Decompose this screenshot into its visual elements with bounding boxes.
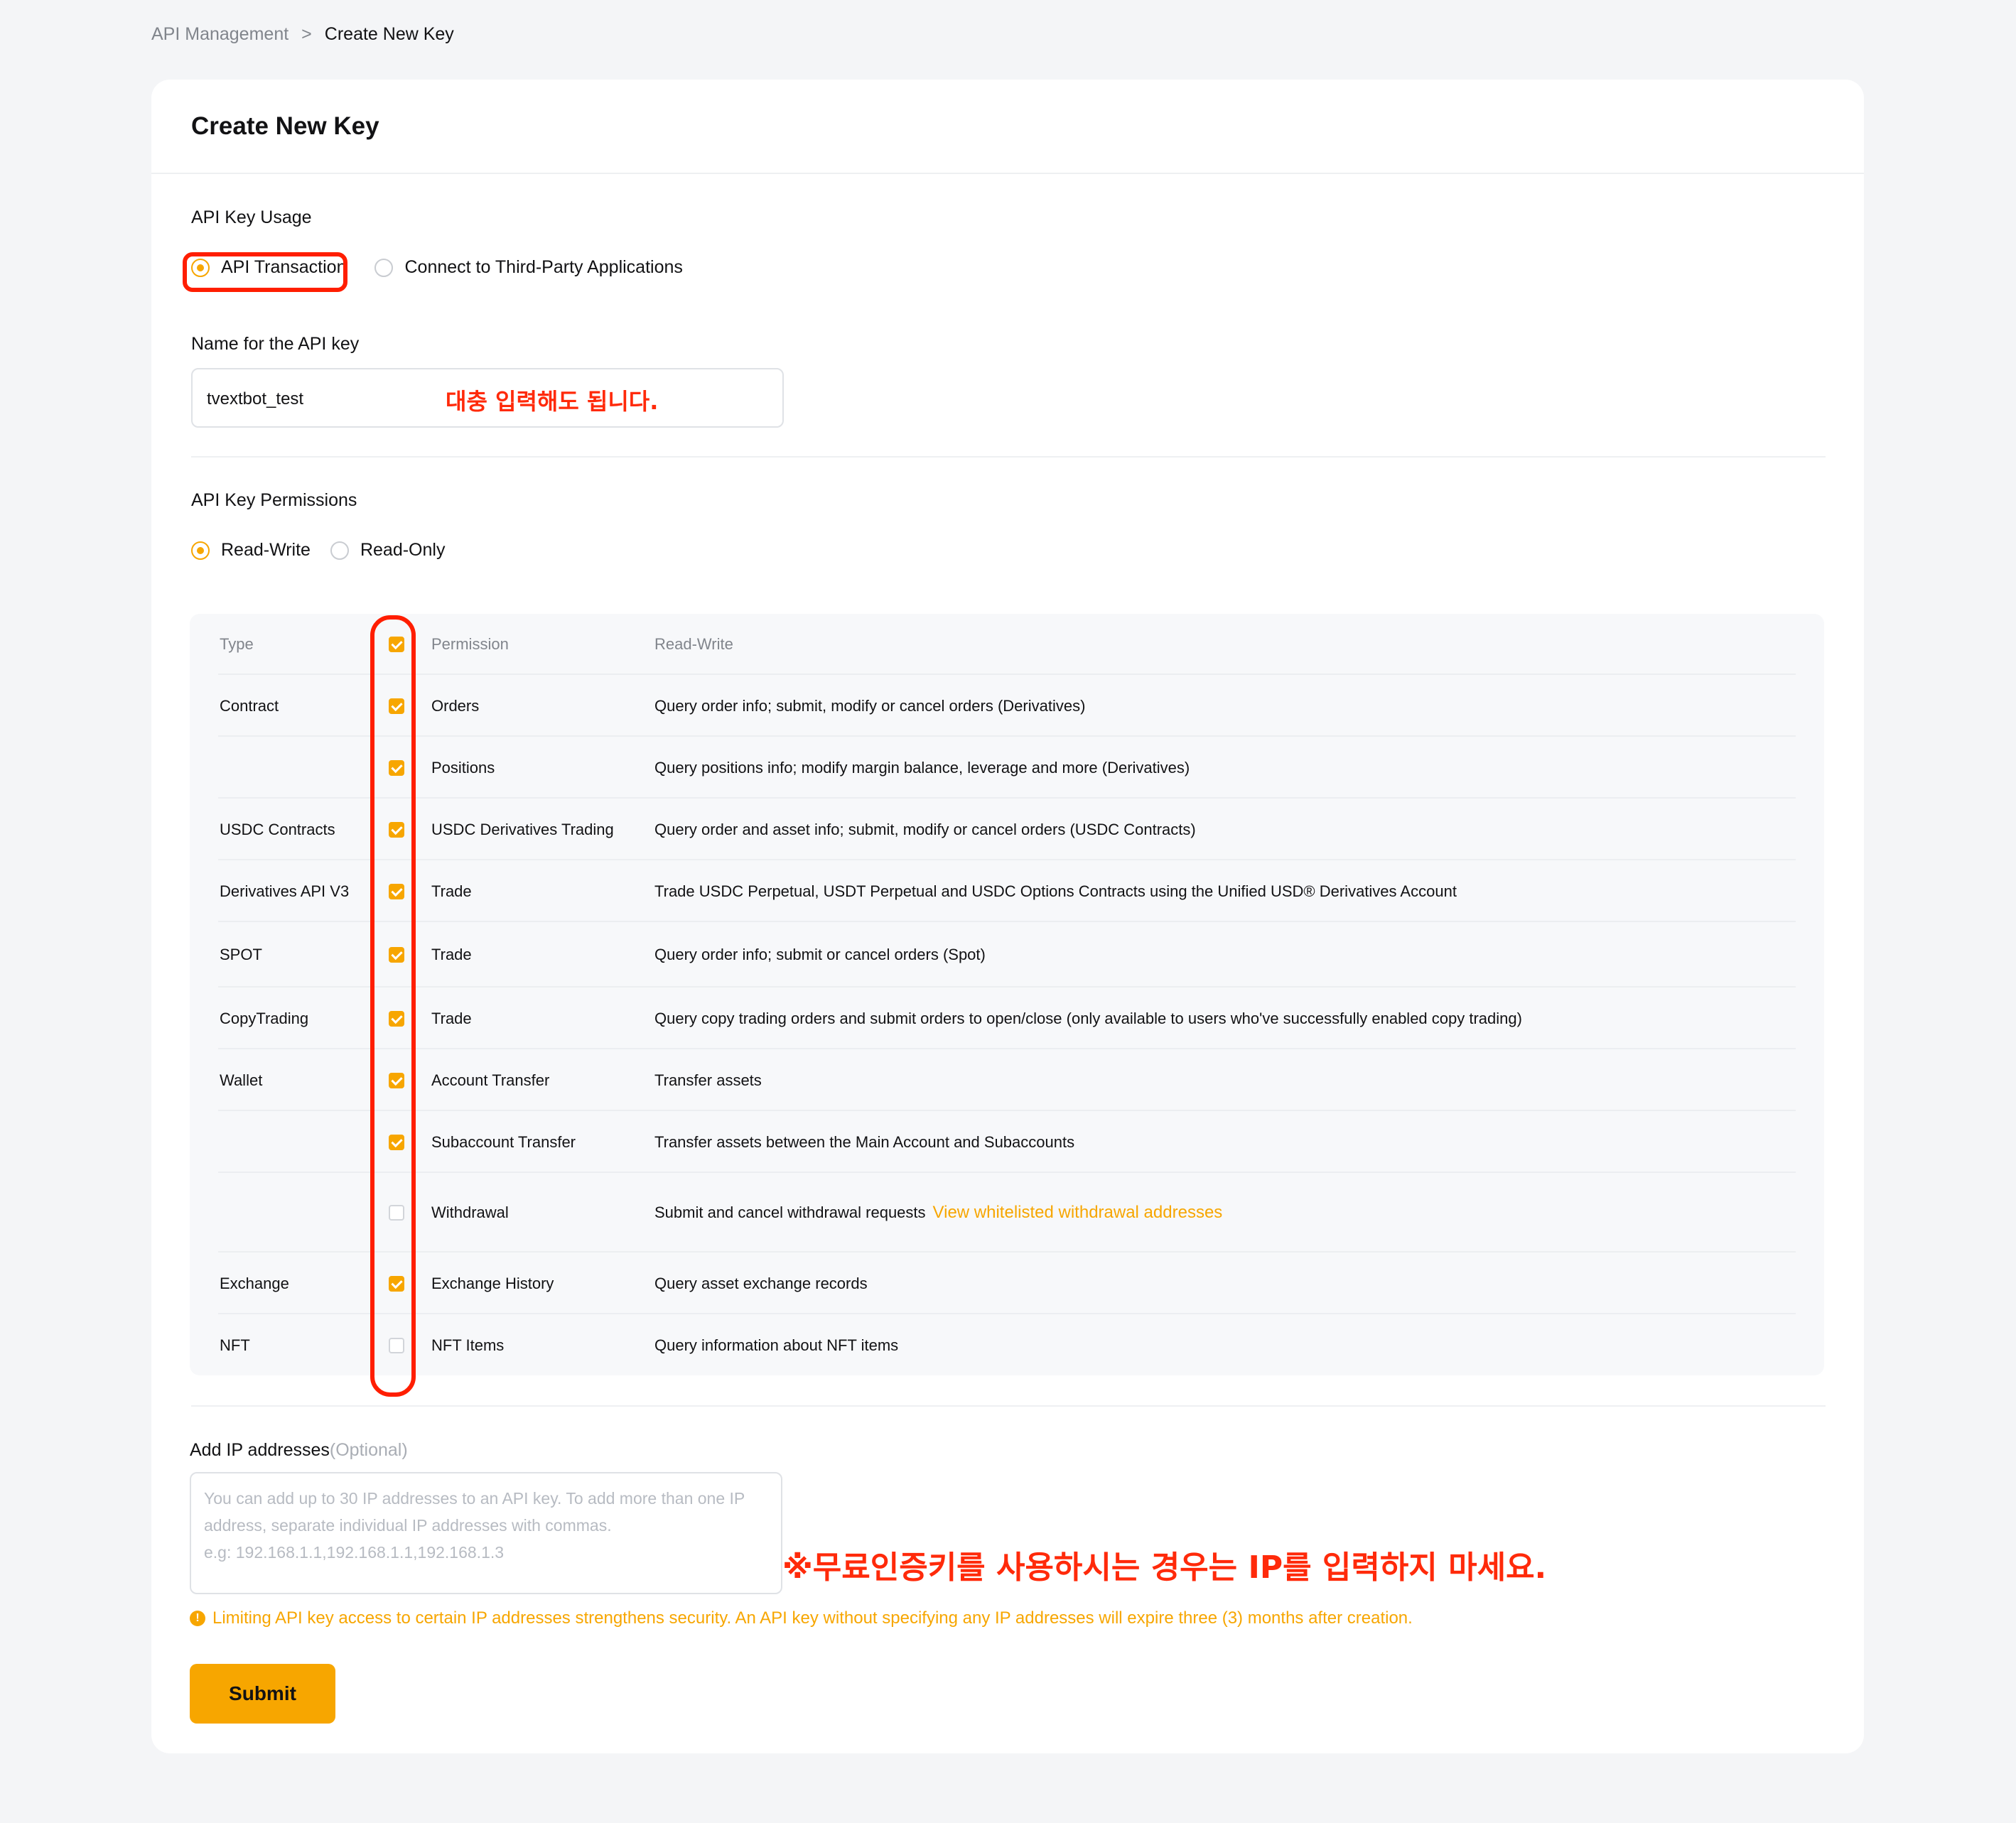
create-key-card: Create New Key API Key Usage API Transac… [151, 80, 1864, 1753]
permission-option-label: Read-Write [221, 540, 311, 560]
info-icon: ! [190, 1611, 205, 1626]
divider [191, 1405, 1826, 1407]
row-permission: USDC Derivatives Trading [431, 820, 614, 838]
page-title: Create New Key [191, 112, 379, 140]
row-description-text: Submit and cancel withdrawal requests [654, 1203, 926, 1221]
row-description-text: Transfer assets between the Main Account… [654, 1132, 1075, 1151]
table-row: NFT NFT Items Query information about NFT … [190, 1314, 1824, 1376]
breadcrumb-api-management-link[interactable]: API Management [151, 24, 289, 45]
permission-option-read-only[interactable]: Read-Only [330, 540, 446, 561]
row-permission: Withdrawal [431, 1203, 509, 1221]
row-description-text: Query positions info; modify margin bala… [654, 758, 1190, 777]
row-permission: Exchange History [431, 1274, 554, 1292]
ip-annotation: ※무료인증키를 사용하시는 경우는 IP를 입력하지 마세요. [782, 1549, 1547, 1586]
permissions-table: Type Permission Read-Write Contract Order… [190, 614, 1824, 1375]
row-description: Query order and asset info; submit, modi… [654, 821, 1196, 839]
breadcrumb: API Management > Create New Key [151, 24, 454, 45]
permission-option-label: Read-Only [360, 540, 446, 560]
row-description: Submit and cancel withdrawal requests Vie… [654, 1203, 1222, 1223]
row-description: Query asset exchange records [654, 1275, 868, 1293]
permissions-radio-group: Read-Write Read-Only [191, 540, 445, 561]
highlight-api-transaction [183, 252, 347, 292]
row-description: Query information about NFT items [654, 1336, 898, 1355]
row-description-text: Query order and asset info; submit, modi… [654, 820, 1196, 838]
row-description-text: Transfer assets [654, 1071, 762, 1089]
row-description: Query copy trading orders and submit ord… [654, 1010, 1522, 1028]
row-permission: Trade [431, 1009, 472, 1027]
row-permission: Account Transfer [431, 1071, 550, 1089]
radio-unselected-icon[interactable] [374, 258, 394, 277]
table-row: CopyTrading Trade Query copy trading order… [190, 988, 1824, 1049]
row-permission: NFT Items [431, 1336, 505, 1354]
row-description-text: Query information about NFT items [654, 1336, 899, 1354]
breadcrumb-current: Create New Key [324, 24, 454, 44]
ip-warning: ! Limiting API key access to certain IP … [190, 1608, 1413, 1628]
row-type: USDC Contracts [220, 820, 335, 838]
table-row: Exchange Exchange History Query asset exch… [190, 1253, 1824, 1314]
row-type: Exchange [220, 1274, 289, 1292]
radio-selected-icon[interactable] [191, 541, 210, 560]
row-type: SPOT [220, 946, 262, 963]
ip-label: Add IP addresses(Optional) [190, 1440, 408, 1461]
row-type: NFT [220, 1336, 250, 1354]
submit-button[interactable]: Submit [190, 1664, 335, 1724]
row-description: Query order info; submit, modify or canc… [654, 697, 1085, 715]
whitelist-addresses-link[interactable]: View whitelisted withdrawal addresses [933, 1203, 1223, 1222]
table-header-row: Type Permission Read-Write [190, 614, 1824, 675]
ip-label-text: Add IP addresses [190, 1440, 330, 1460]
row-permission: Trade [431, 882, 472, 900]
table-row: SPOT Trade Query order info; submit or can… [190, 922, 1824, 988]
table-row: Derivatives API V3 Trade Trade USDC Perpet… [190, 860, 1824, 922]
row-type: Contract [220, 696, 279, 715]
table-row: Withdrawal Submit and cancel withdrawal r… [190, 1173, 1824, 1253]
table-row: Contract Orders Query order info; submit, … [190, 675, 1824, 737]
ip-address-input[interactable] [190, 1472, 782, 1594]
row-permission: Trade [431, 946, 472, 963]
table-row: Positions Query positions info; modify ma… [190, 737, 1824, 799]
table-row: Wallet Account Transfer Transfer assets [190, 1049, 1824, 1111]
header-permission: Permission [431, 635, 509, 653]
row-type: Wallet [220, 1071, 263, 1089]
row-description: Transfer assets [654, 1071, 762, 1090]
header-read-write: Read-Write [654, 635, 733, 653]
highlight-checkbox-column [370, 615, 416, 1397]
ip-optional-text: (Optional) [329, 1440, 408, 1460]
row-description: Query positions info; modify margin bala… [654, 759, 1190, 777]
row-type: Derivatives API V3 [220, 882, 350, 900]
card-header: Create New Key [151, 80, 1864, 174]
table-row: USDC Contracts USDC Derivatives Trading Qu… [190, 799, 1824, 860]
divider [191, 456, 1826, 458]
ip-warning-text: Limiting API key access to certain IP ad… [212, 1608, 1413, 1628]
name-annotation: 대충 입력해도 됩니다. [446, 388, 659, 415]
row-description-text: Query copy trading orders and submit ord… [654, 1009, 1522, 1027]
header-type: Type [220, 635, 254, 653]
api-key-name-input[interactable]: tvextbot_test 대충 입력해도 됩니다. [191, 368, 784, 428]
row-permission: Subaccount Transfer [431, 1132, 576, 1151]
permission-option-read-write[interactable]: Read-Write [191, 540, 311, 561]
row-description-text: Query order info; submit, modify or canc… [654, 696, 1086, 715]
row-description-text: Trade USDC Perpetual, USDT Perpetual and… [654, 882, 1457, 900]
row-description: Transfer assets between the Main Account… [654, 1133, 1074, 1152]
api-key-name-value: tvextbot_test [207, 389, 304, 409]
row-description: Query order info; submit or cancel order… [654, 946, 986, 964]
breadcrumb-separator: > [301, 24, 312, 44]
row-description: Trade USDC Perpetual, USDT Perpetual and… [654, 882, 1457, 901]
usage-option-third-party[interactable]: Connect to Third-Party Applications [374, 257, 683, 278]
permissions-label: API Key Permissions [191, 490, 357, 510]
row-description-text: Query asset exchange records [654, 1274, 868, 1292]
row-permission: Positions [431, 758, 495, 777]
radio-unselected-icon[interactable] [330, 541, 349, 560]
row-type: CopyTrading [220, 1009, 309, 1027]
usage-option-label: Connect to Third-Party Applications [404, 257, 683, 277]
name-label: Name for the API key [191, 334, 360, 354]
ip-address-textarea[interactable] [191, 1473, 781, 1593]
usage-label: API Key Usage [191, 207, 312, 227]
row-description-text: Query order info; submit or cancel order… [654, 946, 986, 963]
row-permission: Orders [431, 696, 480, 715]
table-row: Subaccount Transfer Transfer assets betwe… [190, 1111, 1824, 1173]
